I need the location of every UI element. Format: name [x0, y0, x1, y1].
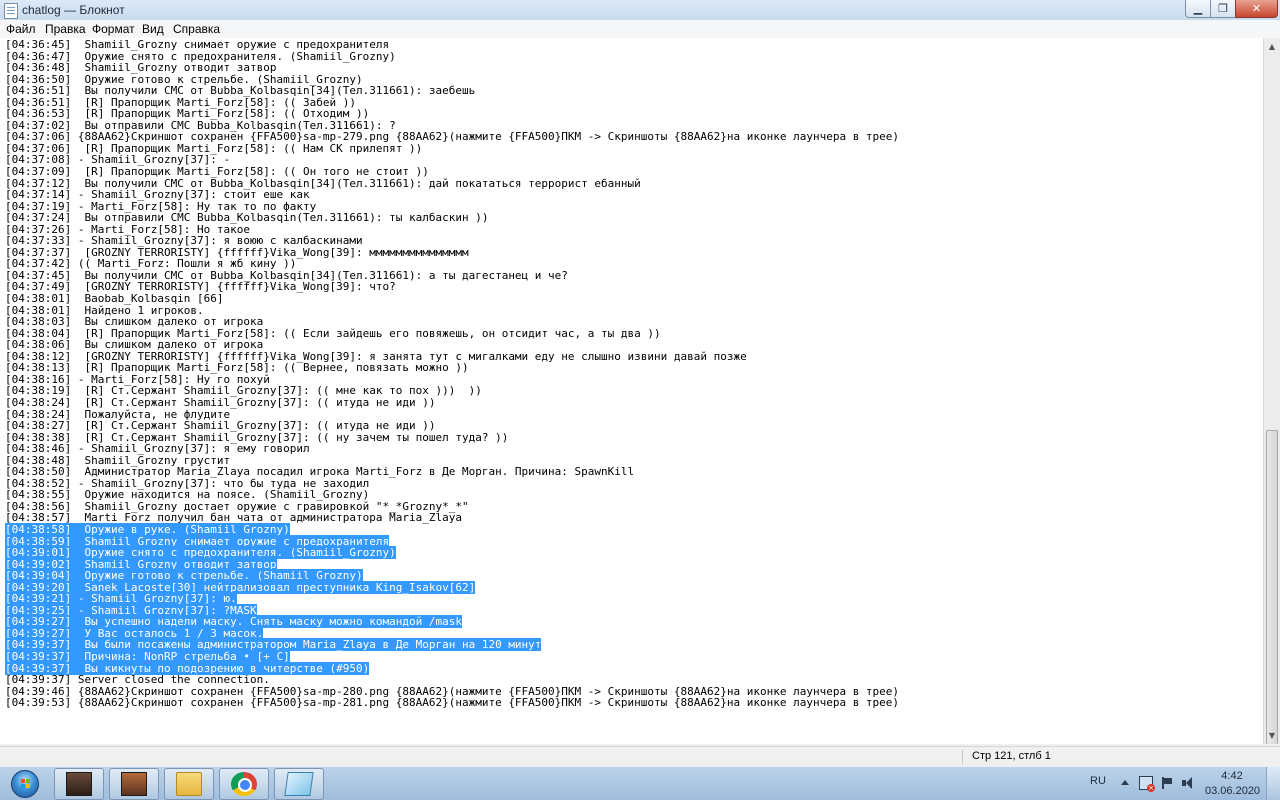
taskbar: RU × 4:42 03.06.2020: [0, 766, 1280, 800]
status-bar: Стр 121, стлб 1: [0, 746, 1280, 767]
menu-edit[interactable]: Правка: [45, 22, 86, 36]
show-desktop-button[interactable]: [1266, 767, 1280, 800]
close-button[interactable]: ✕: [1235, 0, 1278, 18]
cursor-position: Стр 121, стлб 1: [972, 750, 1051, 762]
log-content[interactable]: [04:36:45] Shamiil_Grozny снимает оружие…: [5, 39, 899, 709]
taskbar-explorer[interactable]: [164, 768, 214, 800]
scrollbar-thumb[interactable]: [1266, 430, 1278, 748]
log-line[interactable]: [04:39:01] Оружие снято с предохранителя…: [5, 546, 899, 560]
taskbar-chrome[interactable]: [219, 768, 269, 800]
log-line-text: [04:39:53] {88AA62}Скриншот сохранен {FF…: [5, 696, 900, 710]
start-button[interactable]: [4, 767, 44, 800]
status-separator: [962, 750, 963, 764]
log-line[interactable]: [04:38:58] Оружие в руке. (Shamiil_Grozn…: [5, 522, 899, 536]
log-line[interactable]: [04:39:04] Оружие готово к стрельбе. (Sh…: [5, 569, 899, 583]
clock-date[interactable]: 03.06.2020: [1205, 785, 1260, 797]
text-editor[interactable]: [04:36:45] Shamiil_Grozny снимает оружие…: [0, 38, 1263, 744]
title-bar[interactable]: chatlog — Блокнот ▁ ❐ ✕: [0, 0, 1280, 21]
menu-help[interactable]: Справка: [173, 22, 220, 36]
notepad-app-icon[interactable]: [4, 3, 18, 19]
avatar-icon: [66, 772, 92, 796]
language-indicator[interactable]: RU: [1090, 775, 1106, 787]
taskbar-app-avatar-1[interactable]: [54, 768, 104, 800]
menu-file[interactable]: Файл: [6, 22, 36, 36]
notepad-icon: [284, 772, 314, 796]
menu-bar: Файл Правка Формат Вид Справка: [0, 20, 1280, 39]
menu-view[interactable]: Вид: [142, 22, 164, 36]
chrome-icon: [231, 772, 257, 796]
clock-time[interactable]: 4:42: [1212, 770, 1252, 782]
windows-orb-icon: [11, 770, 39, 798]
taskbar-notepad[interactable]: [274, 768, 324, 800]
avatar-icon: [121, 772, 147, 796]
menu-format[interactable]: Формат: [92, 22, 135, 36]
taskbar-app-avatar-2[interactable]: [109, 768, 159, 800]
show-hidden-icons-icon[interactable]: [1118, 776, 1132, 790]
scroll-down-arrow-icon[interactable]: ▼: [1264, 727, 1280, 744]
minimize-button[interactable]: ▁: [1185, 0, 1211, 18]
scroll-up-arrow-icon[interactable]: ▲: [1264, 38, 1280, 55]
network-error-icon: ×: [1147, 784, 1155, 792]
network-icon[interactable]: ×: [1139, 776, 1155, 792]
vertical-scrollbar[interactable]: ▲ ▼: [1263, 38, 1280, 748]
maximize-button[interactable]: ❐: [1210, 0, 1236, 18]
action-center-flag-icon[interactable]: [1160, 776, 1174, 790]
folder-icon: [176, 772, 202, 796]
log-line[interactable]: [04:39:53] {88AA62}Скриншот сохранен {FF…: [5, 697, 899, 709]
log-line[interactable]: [04:39:37] Причина: NonRP стрельба • [+ …: [5, 649, 899, 663]
window-title: chatlog — Блокнот: [22, 3, 125, 17]
volume-icon[interactable]: [1181, 776, 1195, 790]
